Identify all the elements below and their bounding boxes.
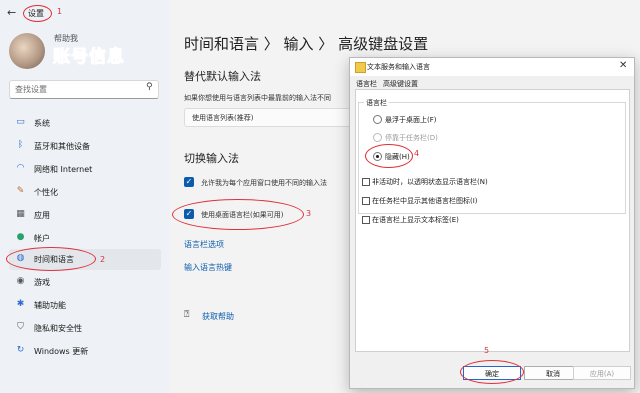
- accessibility-icon: ✱: [16, 299, 25, 309]
- account-name: 账号信息: [53, 47, 125, 68]
- sidebar-item-label: 个性化: [34, 188, 58, 197]
- keyboard-folder-icon: [355, 62, 366, 73]
- sidebar-item-accessibility[interactable]: ✱ 辅助功能: [9, 295, 161, 316]
- sidebar-item-label: 网络和 Internet: [34, 165, 93, 174]
- annotation-oval-1: [23, 5, 52, 22]
- sidebar-item-system[interactable]: ▭ 系统: [9, 113, 161, 134]
- sidebar-item-label: 帐户: [34, 234, 50, 243]
- checkbox-transparent-label: 非活动时，以透明状态显示语言栏(N): [372, 178, 488, 186]
- tab-advanced-key-settings[interactable]: 高级键设置: [383, 79, 418, 89]
- dialog-title: 文本服务和输入语言: [367, 63, 430, 71]
- sidebar-item-label: 系统: [34, 119, 50, 128]
- help-icon: ⍰: [184, 310, 190, 320]
- sidebar-item-accounts[interactable]: ● 帐户: [9, 228, 161, 249]
- update-icon: ↻: [16, 345, 25, 355]
- search-icon[interactable]: ⚲: [146, 82, 153, 92]
- sidebar-item-label: 应用: [34, 211, 50, 220]
- checkbox-per-app-label: 允许我为每个应用窗口使用不同的输入法: [201, 179, 327, 187]
- get-help-link[interactable]: 获取帮助: [202, 311, 234, 322]
- apply-button[interactable]: 应用(A): [573, 366, 631, 380]
- close-icon[interactable]: ✕: [619, 60, 627, 71]
- sidebar-item-apps[interactable]: ▦ 应用: [9, 205, 161, 226]
- annotation-number-2: 2: [100, 255, 106, 264]
- sidebar-item-label: Windows 更新: [34, 347, 89, 356]
- section-title-switch-input: 切换输入法: [184, 152, 239, 165]
- back-arrow-icon[interactable]: ←: [7, 6, 16, 19]
- annotation-number-3: 3: [306, 209, 312, 218]
- annotation-oval-5: [460, 360, 524, 384]
- radio-float-desktop-label: 悬浮于桌面上(F): [385, 116, 437, 124]
- checkbox-extra-icons[interactable]: [362, 197, 370, 205]
- radio-dock-taskbar-label: 停靠于任务栏(D): [385, 134, 438, 142]
- sidebar-item-personalization[interactable]: ✎ 个性化: [9, 182, 161, 203]
- sidebar-item-label: 隐私和安全性: [34, 324, 82, 333]
- sidebar-item-label: 辅助功能: [34, 301, 66, 310]
- tab-language-bar[interactable]: 语言栏: [356, 79, 377, 89]
- shield-icon: ⛉: [17, 322, 24, 332]
- avatar: [9, 33, 45, 69]
- sidebar-item-privacy[interactable]: ⛉ 隐私和安全性: [9, 318, 161, 339]
- checkbox-transparent[interactable]: [362, 178, 370, 186]
- checkbox-text-labels-label: 在语言栏上显示文本标签(E): [372, 216, 459, 224]
- annotation-number-4: 4: [414, 149, 420, 158]
- annotation-number-1: 1: [57, 7, 63, 16]
- section-description: 如果你想使用与语言列表中最靠前的输入法不同: [184, 94, 331, 102]
- sidebar-item-network[interactable]: ◠ 网络和 Internet: [9, 159, 161, 180]
- checkbox-per-app-input[interactable]: ✓: [184, 177, 194, 187]
- annotation-oval-2: [6, 247, 96, 271]
- checkbox-extra-icons-label: 在任务栏中显示其他语言栏图标(I): [372, 197, 478, 205]
- group-label: 语言栏: [364, 98, 389, 108]
- brush-icon: ✎: [16, 186, 25, 196]
- apps-icon: ▦: [16, 209, 25, 219]
- bluetooth-icon: ᛒ: [17, 140, 24, 150]
- annotation-oval-4: [365, 144, 413, 168]
- dropdown-value: 使用语言列表(推荐): [192, 114, 254, 122]
- system-icon: ▭: [16, 117, 25, 127]
- search-placeholder: 查找设置: [15, 85, 47, 94]
- radio-dock-taskbar[interactable]: [373, 133, 382, 142]
- annotation-number-5: 5: [484, 346, 490, 355]
- radio-float-desktop[interactable]: [373, 115, 382, 124]
- sidebar-item-label: 蓝牙和其他设备: [34, 142, 90, 151]
- text-services-dialog: 文本服务和输入语言 ✕ 语言栏 高级键设置 语言栏 悬浮于桌面上(F) 停靠于任…: [349, 57, 635, 389]
- gamepad-icon: ◉: [16, 276, 25, 286]
- sidebar-item-gaming[interactable]: ◉ 游戏: [9, 272, 161, 293]
- annotation-oval-3: [172, 199, 304, 230]
- breadcrumb: 时间和语言 〉 输入 〉 高级键盘设置: [184, 35, 429, 53]
- sidebar-item-label: 游戏: [34, 278, 50, 287]
- person-icon: ●: [16, 232, 25, 242]
- section-title-default-input: 替代默认输入法: [184, 70, 261, 83]
- sidebar-item-windows-update[interactable]: ↻ Windows 更新: [9, 341, 161, 362]
- wifi-icon: ◠: [16, 163, 25, 173]
- input-language-hotkeys-link[interactable]: 输入语言热键: [184, 262, 232, 273]
- language-bar-options-link[interactable]: 语言栏选项: [184, 239, 224, 250]
- sidebar-item-bluetooth[interactable]: ᛒ 蓝牙和其他设备: [9, 136, 161, 157]
- checkbox-text-labels[interactable]: [362, 216, 370, 224]
